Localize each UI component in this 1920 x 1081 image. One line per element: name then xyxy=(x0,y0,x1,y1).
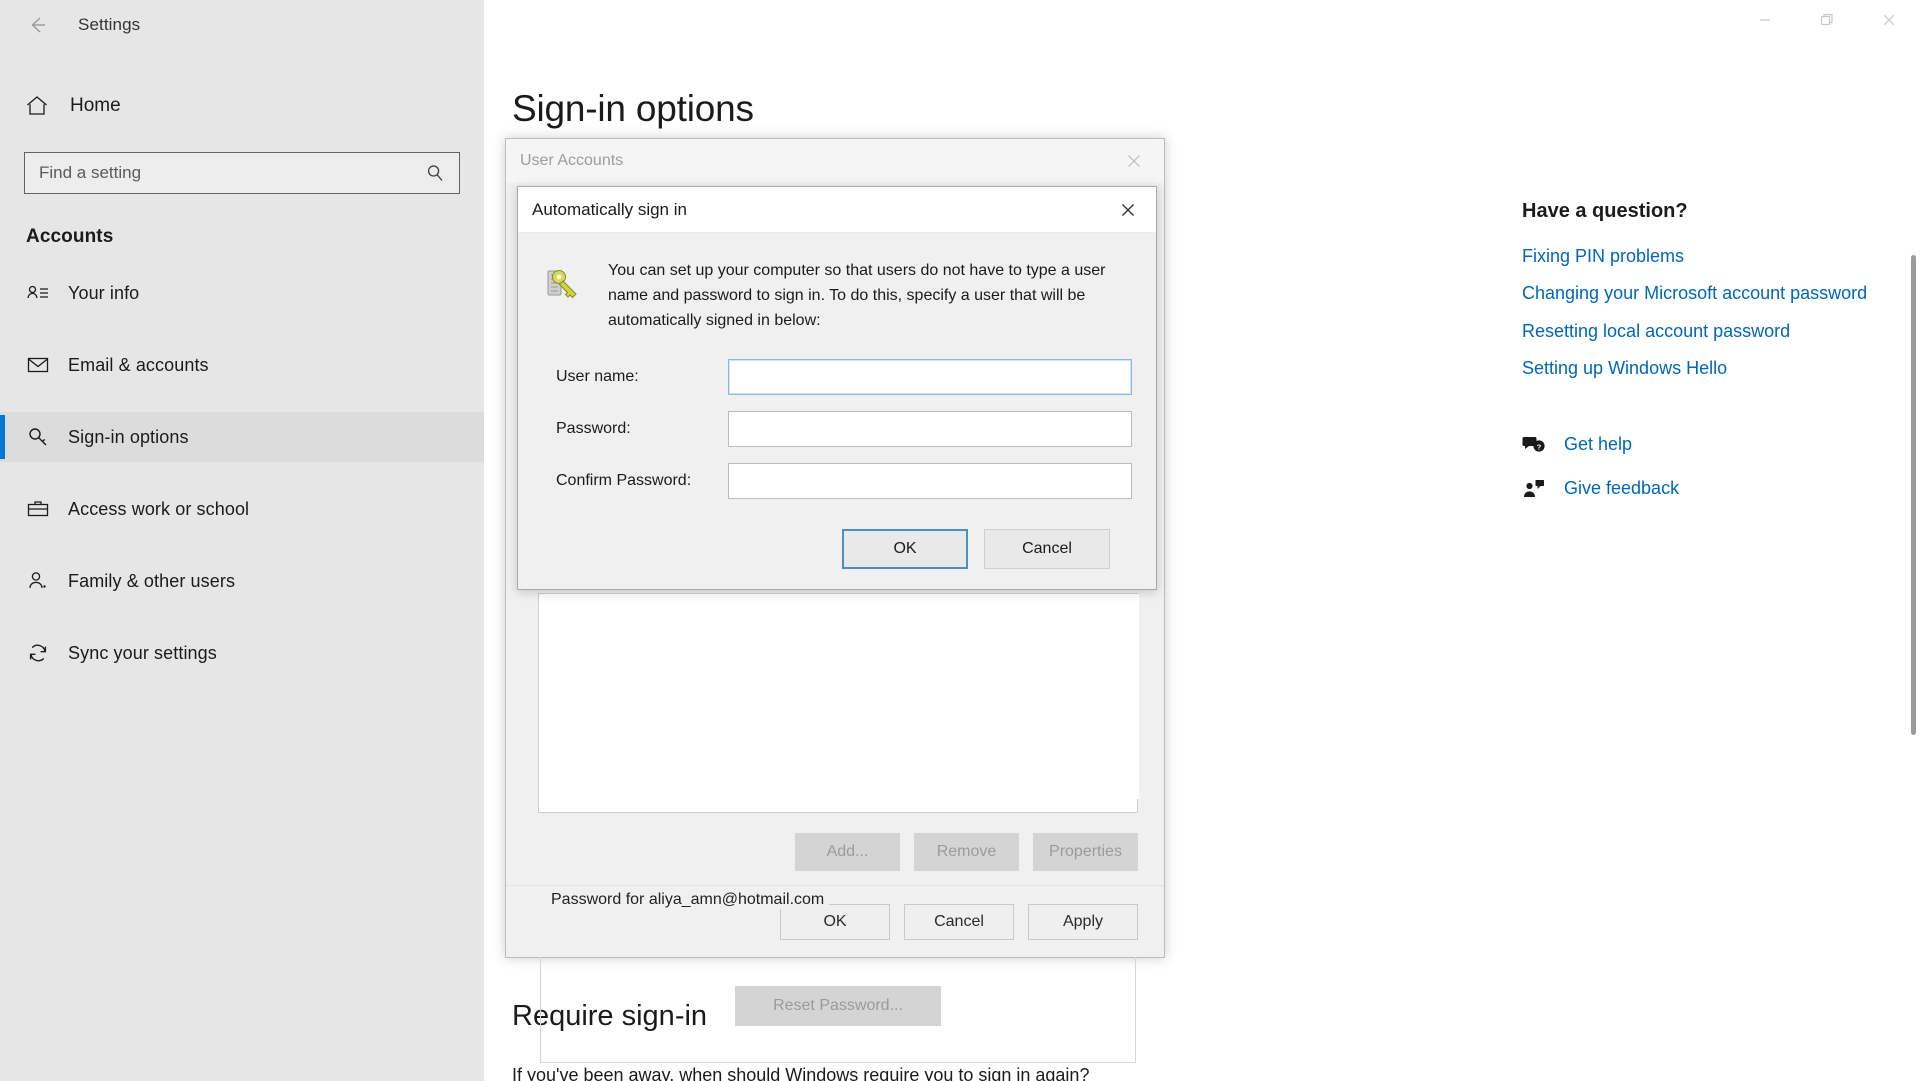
help-panel: Have a question? Fixing PIN problems Cha… xyxy=(1522,200,1882,521)
user-accounts-list[interactable] xyxy=(538,593,1139,813)
auto-signin-dialog-body: You can set up your computer so that use… xyxy=(518,233,1156,570)
user-accounts-dialog-title: User Accounts xyxy=(520,152,624,169)
auto-signin-dialog-title: Automatically sign in xyxy=(532,199,687,219)
contact-card-icon xyxy=(26,281,68,305)
user-name-field[interactable] xyxy=(727,359,1132,396)
automatically-sign-in-dialog: Automatically sign in You can set up you… xyxy=(517,186,1157,590)
user-name-row: User name: xyxy=(542,359,1132,396)
feedback-person-icon xyxy=(1522,477,1564,501)
properties-button[interactable]: Properties xyxy=(1033,833,1138,871)
close-icon[interactable] xyxy=(1120,147,1148,175)
reset-password-button[interactable]: Reset Password... xyxy=(735,986,941,1026)
confirm-password-row: Confirm Password: xyxy=(542,463,1132,500)
key-icon xyxy=(26,425,68,449)
sidebar-item-access-work-or-school[interactable]: Access work or school xyxy=(0,484,484,534)
require-signin-question: If you've been away, when should Windows… xyxy=(512,1065,1090,1081)
remove-button[interactable]: Remove xyxy=(914,833,1019,871)
app-title: Settings xyxy=(78,15,141,34)
user-name-label: User name: xyxy=(556,368,639,386)
sidebar-item-label: Family & other users xyxy=(68,570,236,591)
auto-signin-dialog-titlebar: Automatically sign in xyxy=(518,187,1156,233)
sidebar-item-label: Email & accounts xyxy=(68,354,209,375)
reset-password-row: Reset Password... xyxy=(541,986,1135,1026)
password-label: Password: xyxy=(556,420,631,438)
sidebar-item-home[interactable]: Home xyxy=(0,84,484,128)
sidebar-item-family-other-users[interactable]: Family & other users xyxy=(0,556,484,606)
auto-signin-form: User name: Password: Confirm Password: xyxy=(542,359,1132,500)
password-field[interactable] xyxy=(727,411,1132,448)
sidebar-item-sign-in-options[interactable]: Sign-in options xyxy=(0,412,484,462)
help-link-resetting-local-account-password[interactable]: Resetting local account password xyxy=(1522,320,1882,343)
cancel-button[interactable]: Cancel xyxy=(904,903,1014,940)
auto-signin-intro: You can set up your computer so that use… xyxy=(542,259,1132,333)
key-credentials-icon xyxy=(542,259,594,333)
briefcase-icon xyxy=(26,497,68,521)
page-title: Sign-in options xyxy=(512,88,754,129)
help-link-setting-up-windows-hello[interactable]: Setting up Windows Hello xyxy=(1522,357,1882,380)
window-controls xyxy=(484,0,1920,50)
help-actions: ? Get help Give feedback xyxy=(1522,433,1882,501)
minimize-icon[interactable] xyxy=(1734,0,1796,40)
restore-icon[interactable] xyxy=(1796,0,1858,40)
sync-icon xyxy=(26,641,68,665)
sidebar-item-sync-your-settings[interactable]: Sync your settings xyxy=(0,628,484,678)
sidebar-item-label: Sync your settings xyxy=(68,642,217,663)
title-bar-left: Settings xyxy=(0,0,484,50)
apply-button[interactable]: Apply xyxy=(1028,903,1138,940)
sidebar-item-label: Sign-in options xyxy=(68,426,189,447)
help-panel-title: Have a question? xyxy=(1522,200,1688,222)
sidebar: Home Accounts Your info xyxy=(0,50,484,1081)
help-link-changing-microsoft-account-password[interactable]: Changing your Microsoft account password xyxy=(1522,282,1882,305)
sidebar-section-title: Accounts xyxy=(26,226,114,247)
sidebar-nav-list: Your info Email & accounts Sign-in optio… xyxy=(0,268,484,678)
give-feedback-button[interactable]: Give feedback xyxy=(1522,477,1882,501)
auto-signin-dialog-footer: OK Cancel xyxy=(542,515,1132,570)
password-row: Password: xyxy=(542,411,1132,448)
search-box[interactable] xyxy=(24,152,460,194)
confirm-password-label: Confirm Password: xyxy=(556,472,692,490)
sidebar-item-label: Your info xyxy=(68,282,140,303)
get-help-button[interactable]: ? Get help xyxy=(1522,433,1882,457)
envelope-icon xyxy=(26,353,68,377)
close-icon[interactable] xyxy=(1858,0,1920,40)
home-icon xyxy=(24,93,64,119)
give-feedback-label: Give feedback xyxy=(1564,478,1680,499)
help-link-fixing-pin-problems[interactable]: Fixing PIN problems xyxy=(1522,245,1882,268)
title-bar: Settings xyxy=(0,0,1920,50)
user-accounts-list-mask xyxy=(539,594,1139,799)
sidebar-item-home-label: Home xyxy=(70,95,121,116)
password-group-legend: Password for aliya_amn@hotmail.com xyxy=(546,891,830,909)
sidebar-item-your-info[interactable]: Your info xyxy=(0,268,484,318)
confirm-password-field[interactable] xyxy=(727,463,1132,500)
help-chat-icon: ? xyxy=(1522,433,1564,457)
page-scrollbar-thumb[interactable] xyxy=(1911,255,1916,735)
add-button[interactable]: Add... xyxy=(795,833,900,871)
auto-signin-description: You can set up your computer so that use… xyxy=(608,262,1106,329)
settings-window: Settings Home Find a setting Accounts Yo… xyxy=(0,0,1920,1081)
search-input[interactable] xyxy=(25,163,425,183)
close-icon[interactable] xyxy=(1114,196,1142,224)
user-accounts-list-buttons: Add... Remove Properties xyxy=(538,833,1138,871)
cancel-button[interactable]: Cancel xyxy=(984,529,1110,570)
search-icon[interactable] xyxy=(425,163,459,183)
ok-button[interactable]: OK xyxy=(842,529,968,570)
sidebar-item-email-accounts[interactable]: Email & accounts xyxy=(0,340,484,390)
svg-text:?: ? xyxy=(1537,442,1542,451)
person-add-icon xyxy=(26,569,68,593)
sidebar-item-label: Access work or school xyxy=(68,498,250,519)
get-help-label: Get help xyxy=(1564,434,1633,455)
back-arrow-icon[interactable] xyxy=(10,3,64,47)
user-accounts-dialog-titlebar: User Accounts xyxy=(506,139,1164,183)
